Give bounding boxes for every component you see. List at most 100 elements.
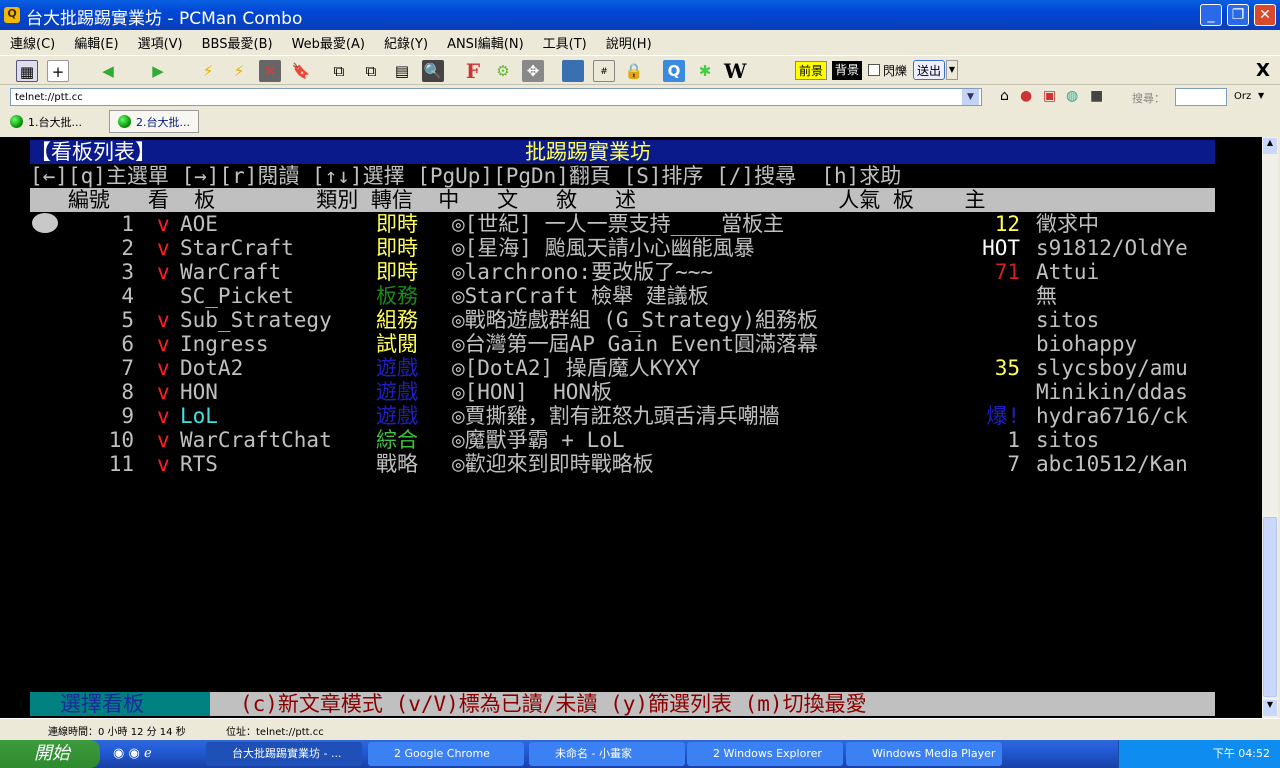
footer-help: (c)新文章模式 (v/V)標為已讀/未讀 (y)篩選列表 (m)切換最愛 xyxy=(240,692,867,716)
terminal-icon[interactable]: ■ xyxy=(1090,88,1103,104)
board-name[interactable]: HON xyxy=(180,380,218,404)
status-bar: 連線時間：0 小時 12 分 14 秒 位址：telnet://ptt.cc xyxy=(0,718,1280,740)
board-description: ◎戰略遊戲群組 (G_Strategy)組務板 xyxy=(452,308,819,332)
search-view-icon[interactable]: 🔍 xyxy=(422,60,444,82)
disconnect-link-icon[interactable]: ● xyxy=(1020,88,1032,104)
board-name[interactable]: StarCraft xyxy=(180,236,294,260)
menu-web-favorites[interactable]: Web最愛(A) xyxy=(292,33,365,52)
footer-mode: 選擇看板 xyxy=(60,692,144,716)
search-engine-select[interactable]: Orz xyxy=(1234,91,1251,102)
board-category: 綜合 xyxy=(376,428,418,452)
maximize-button[interactable]: ❐ xyxy=(1227,4,1249,26)
task-paint[interactable]: 未命名 - 小畫家 xyxy=(529,742,685,766)
board-number: 3 xyxy=(121,260,134,284)
board-popularity: 12 xyxy=(994,212,1020,236)
close-button[interactable]: ✕ xyxy=(1254,4,1276,26)
wikipedia-icon[interactable]: W xyxy=(724,60,746,82)
task-explorer[interactable]: 2 Windows Explorer xyxy=(687,742,843,766)
forward-icon[interactable]: ▶ xyxy=(147,60,169,82)
screen-icon[interactable] xyxy=(562,60,584,82)
close-toolbar-button[interactable]: X xyxy=(1256,60,1270,81)
title-bar: Q 台大批踢踢實業坊 - PCMan Combo _ ❐ ✕ xyxy=(0,0,1280,30)
board-moderator: 無 xyxy=(1036,284,1057,308)
tab-1[interactable]: 1.台大批... xyxy=(2,110,90,133)
menu-options[interactable]: 選項(V) xyxy=(138,33,183,52)
task-pcman[interactable]: 台大批踢踢實業坊 - ... xyxy=(206,742,362,766)
blink-checkbox[interactable] xyxy=(868,64,880,76)
minimize-button[interactable]: _ xyxy=(1200,4,1222,26)
board-name[interactable]: WarCraftChat xyxy=(180,428,332,452)
tab-2[interactable]: 2.台大批... xyxy=(109,110,199,133)
board-moderator: hydra6716/ck xyxy=(1036,404,1188,428)
menu-bbs-favorites[interactable]: BBS最愛(B) xyxy=(202,33,273,52)
connection-icon[interactable]: ▣ xyxy=(1043,88,1056,104)
scroll-down-icon[interactable]: ▼ xyxy=(1263,700,1277,716)
address-dropdown-icon[interactable]: ▼ xyxy=(962,89,979,105)
address-bar: ▼ ⌂ ● ▣ ◍ ■ 搜尋： Orz ▼ xyxy=(0,86,1280,108)
terminal-screen[interactable]: 【看板列表】 批踢踢實業坊 [←][q]主選單 [→][r]閱讀 [↑↓]選擇 … xyxy=(0,137,1262,718)
disconnect-icon[interactable]: ⚡ xyxy=(197,60,219,82)
new-connection-icon[interactable]: + xyxy=(47,60,69,82)
board-name[interactable]: RTS xyxy=(180,452,218,476)
board-category: 遊戲 xyxy=(376,380,418,404)
board-name[interactable]: Sub_Strategy xyxy=(180,308,332,332)
system-tray: 下午 04:52 xyxy=(1118,740,1280,768)
menu-log[interactable]: 紀錄(Y) xyxy=(384,33,428,52)
unread-check-icon: v xyxy=(157,260,170,284)
task-media-player[interactable]: Windows Media Player xyxy=(846,742,1002,766)
address-input[interactable] xyxy=(10,88,982,106)
board-name[interactable]: LoL xyxy=(180,404,218,428)
site-list-icon[interactable]: ▦ xyxy=(16,60,38,82)
flower-icon[interactable]: ✱ xyxy=(694,60,716,82)
board-name[interactable]: DotA2 xyxy=(180,356,243,380)
send-button[interactable]: 送出 xyxy=(913,60,946,80)
board-moderator: Minikin/ddas xyxy=(1036,380,1188,404)
search-input[interactable] xyxy=(1175,88,1227,106)
home-icon[interactable]: ⌂ xyxy=(1000,88,1009,104)
board-moderator: Attui xyxy=(1036,260,1100,284)
board-number: 8 xyxy=(121,380,134,404)
copy-icon[interactable]: ⧉ xyxy=(328,60,350,82)
globe-icon[interactable]: ◍ xyxy=(1066,88,1078,104)
quick-launch-icons[interactable]: ◉ ◉ ℯ xyxy=(113,746,152,761)
menu-connection[interactable]: 連線(C) xyxy=(10,33,55,52)
back-icon[interactable]: ◀ xyxy=(97,60,119,82)
board-category: 遊戲 xyxy=(376,404,418,428)
menu-edit[interactable]: 編輯(E) xyxy=(74,33,118,52)
board-description: ◎歡迎來到即時戰略板 xyxy=(452,452,654,476)
paste-icon[interactable]: ⧉ xyxy=(360,60,382,82)
search-engine-dropdown-icon[interactable]: ▼ xyxy=(1258,91,1264,100)
taskbar: 開始 ◉ ◉ ℯ 台大批踢踢實業坊 - ... 2 Google Chrome … xyxy=(0,740,1280,768)
board-description: ◎[世紀] 一人一票支持____當板主 xyxy=(452,212,785,236)
board-popularity: 71 xyxy=(994,260,1020,284)
menu-ansi-edit[interactable]: ANSI編輯(N) xyxy=(447,33,524,52)
background-color-button[interactable]: 背景 xyxy=(832,61,863,80)
scroll-up-icon[interactable]: ▲ xyxy=(1263,138,1277,154)
copy-paste-icon[interactable]: ▤ xyxy=(391,60,413,82)
task-chrome[interactable]: 2 Google Chrome xyxy=(368,742,524,766)
board-number: 4 xyxy=(121,284,134,308)
menu-tools[interactable]: 工具(T) xyxy=(543,33,587,52)
board-name[interactable]: SC_Picket xyxy=(180,284,294,308)
send-dropdown-icon[interactable]: ▼ xyxy=(946,60,958,80)
board-name[interactable]: WarCraft xyxy=(180,260,281,284)
add-favorite-icon[interactable]: 🔖 xyxy=(290,60,312,82)
lock-icon[interactable]: 🔒 xyxy=(623,60,645,82)
board-name[interactable]: Ingress xyxy=(180,332,269,356)
terminal-scrollbar[interactable]: ▲ ▼ xyxy=(1262,137,1278,718)
fullscreen-icon[interactable]: ✥ xyxy=(522,60,544,82)
ansi-code-icon[interactable]: # xyxy=(593,60,615,82)
toolbar: ▦ + ◀ ▶ ⚡ ⚡ ✕ 🔖 ⧉ ⧉ ▤ 🔍 F ⚙ ✥ # 🔒 Q ✱ W … xyxy=(0,55,1280,85)
board-name[interactable]: AOE xyxy=(180,212,218,236)
font-icon[interactable]: F xyxy=(462,60,484,82)
settings-gear-icon[interactable]: ⚙ xyxy=(492,60,514,82)
reconnect-icon[interactable]: ⚡ xyxy=(228,60,250,82)
board-category: 戰略 xyxy=(376,452,418,476)
foreground-color-button[interactable]: 前景 xyxy=(795,61,828,80)
start-button[interactable]: 開始 xyxy=(0,740,100,768)
close-tab-icon[interactable]: ✕ xyxy=(259,60,281,82)
pcman-logo-icon[interactable]: Q xyxy=(663,60,685,82)
scrollbar-thumb[interactable] xyxy=(1263,517,1277,697)
menu-bar: 連線(C) 編輯(E) 選項(V) BBS最愛(B) Web最愛(A) 紀錄(Y… xyxy=(0,30,1280,54)
menu-help[interactable]: 說明(H) xyxy=(606,33,652,52)
